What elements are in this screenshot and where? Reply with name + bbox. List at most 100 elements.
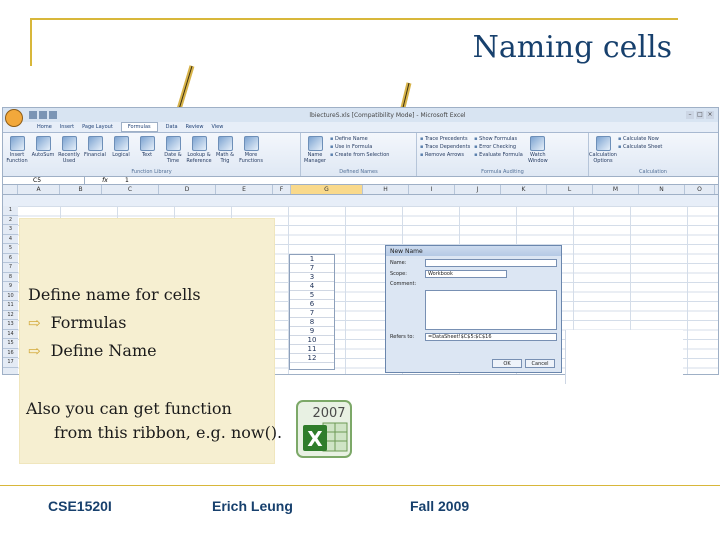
redo-icon[interactable] <box>49 111 57 119</box>
column-header-i[interactable]: I <box>409 185 455 194</box>
error-checking-button[interactable]: Error Checking <box>474 144 523 150</box>
selected-range[interactable]: 1 7 3 4 5 6 7 8 9 10 11 12 <box>289 254 335 370</box>
office-button[interactable] <box>5 109 23 127</box>
fx-icon[interactable]: fx <box>85 177 125 184</box>
column-header-m[interactable]: M <box>593 185 639 194</box>
cell[interactable]: 8 <box>290 318 334 327</box>
book-icon <box>243 136 259 151</box>
name-box[interactable]: C5 <box>3 177 85 184</box>
column-header-f[interactable]: F <box>273 185 291 194</box>
column-header-g[interactable]: G <box>291 185 363 194</box>
define-name-button[interactable]: Define Name <box>330 136 389 142</box>
column-header-h[interactable]: H <box>363 185 409 194</box>
logical-button[interactable]: Logical <box>110 136 132 164</box>
row-header[interactable]: 9 <box>3 282 18 292</box>
undo-icon[interactable] <box>39 111 47 119</box>
row-header[interactable]: 6 <box>3 254 18 263</box>
ribbon-tabs: Home Insert Page Layout Formulas Data Re… <box>3 122 718 132</box>
tab-home[interactable]: Home <box>37 124 52 130</box>
maximize-icon[interactable]: □ <box>696 111 704 119</box>
minimize-icon[interactable]: – <box>686 111 694 119</box>
autosum-button[interactable]: AutoSum <box>32 136 54 164</box>
cell[interactable]: 7 <box>290 309 334 318</box>
slide-title: Naming cells <box>472 30 672 65</box>
row-header[interactable]: 15 <box>3 339 18 349</box>
row-header[interactable]: 5 <box>3 244 18 254</box>
save-icon[interactable] <box>29 111 37 119</box>
dialog-name-input[interactable] <box>425 259 557 267</box>
function-icon <box>9 136 25 151</box>
dialog-scope-select[interactable]: Workbook <box>425 270 507 278</box>
row-header[interactable]: 8 <box>3 273 18 282</box>
cell[interactable]: 7 <box>290 264 334 273</box>
show-formulas-button[interactable]: Show Formulas <box>474 136 523 142</box>
trace-dependents-button[interactable]: Trace Dependents <box>420 144 470 150</box>
watch-window-button[interactable]: Watch Window <box>527 136 549 164</box>
row-header[interactable]: 13 <box>3 320 18 330</box>
tab-data[interactable]: Data <box>166 124 178 130</box>
tab-formulas[interactable]: Formulas <box>120 122 158 132</box>
column-header-a[interactable]: A <box>18 185 60 194</box>
cell[interactable]: 3 <box>290 273 334 282</box>
row-header[interactable]: 12 <box>3 311 18 320</box>
text-button[interactable]: Text <box>136 136 158 164</box>
row-header[interactable]: 3 <box>3 225 18 235</box>
select-all-corner[interactable] <box>3 185 18 194</box>
tab-insert[interactable]: Insert <box>60 124 74 130</box>
lookup-reference-button[interactable]: Lookup & Reference <box>186 136 212 164</box>
create-from-selection-button[interactable]: Create from Selection <box>330 152 389 158</box>
cell[interactable]: 1 <box>290 255 334 264</box>
remove-arrows-button[interactable]: Remove Arrows <box>420 152 470 158</box>
row-header[interactable]: 14 <box>3 330 18 339</box>
more-functions-button[interactable]: More Functions <box>239 136 263 164</box>
calculate-sheet-button[interactable]: Calculate Sheet <box>618 144 662 150</box>
name-manager-button[interactable]: Name Manager <box>304 136 326 164</box>
dialog-comment-input[interactable] <box>425 290 557 330</box>
column-header-c[interactable]: C <box>102 185 159 194</box>
insert-function-button[interactable]: Insert Function <box>6 136 28 164</box>
calculation-options-button[interactable]: Calculation Options <box>589 136 617 164</box>
row-header[interactable]: 1 <box>3 206 18 216</box>
recently-used-button[interactable]: Recently Used <box>58 136 80 164</box>
row-header[interactable]: 11 <box>3 301 18 311</box>
formula-input[interactable]: 1 <box>125 177 129 184</box>
column-header-e[interactable]: E <box>216 185 273 194</box>
math-trig-button[interactable]: Math & Trig <box>214 136 236 164</box>
cell[interactable]: 11 <box>290 345 334 354</box>
row-header[interactable]: 4 <box>3 235 18 244</box>
column-header-b[interactable]: B <box>60 185 102 194</box>
column-header-d[interactable]: D <box>159 185 216 194</box>
row-header[interactable]: 17 <box>3 358 18 368</box>
cell[interactable]: 4 <box>290 282 334 291</box>
ok-button[interactable]: OK <box>492 359 522 368</box>
cancel-button[interactable]: Cancel <box>525 359 555 368</box>
column-header-l[interactable]: L <box>547 185 593 194</box>
cell[interactable]: 5 <box>290 291 334 300</box>
sigma-icon <box>35 136 51 151</box>
tab-view[interactable]: View <box>211 124 223 130</box>
financial-button[interactable]: Financial <box>84 136 106 164</box>
calculate-now-button[interactable]: Calculate Now <box>618 136 662 142</box>
tab-review[interactable]: Review <box>186 124 204 130</box>
close-icon[interactable]: × <box>706 111 714 119</box>
dialog-buttons: OK Cancel <box>492 359 555 368</box>
dialog-refers-input[interactable]: =DataSheet!$C$5:$C$16 <box>425 333 557 341</box>
row-header[interactable]: 2 <box>3 216 18 225</box>
evaluate-formula-button[interactable]: Evaluate Formula <box>474 152 523 158</box>
column-header-k[interactable]: K <box>501 185 547 194</box>
cell[interactable]: 6 <box>290 300 334 309</box>
column-header-o[interactable]: O <box>685 185 715 194</box>
row-header[interactable]: 7 <box>3 263 18 273</box>
date-time-button[interactable]: Date & Time <box>162 136 184 164</box>
tab-page-layout[interactable]: Page Layout <box>82 124 113 130</box>
cell[interactable]: 10 <box>290 336 334 345</box>
use-in-formula-button[interactable]: Use in Formula <box>330 144 389 150</box>
cell[interactable]: 12 <box>290 354 334 363</box>
row-header[interactable]: 16 <box>3 349 18 358</box>
trace-precedents-button[interactable]: Trace Precedents <box>420 136 470 142</box>
cell[interactable]: 9 <box>290 327 334 336</box>
column-header-j[interactable]: J <box>455 185 501 194</box>
window-controls: – □ × <box>686 111 714 119</box>
row-header[interactable]: 10 <box>3 292 18 301</box>
column-header-n[interactable]: N <box>639 185 685 194</box>
